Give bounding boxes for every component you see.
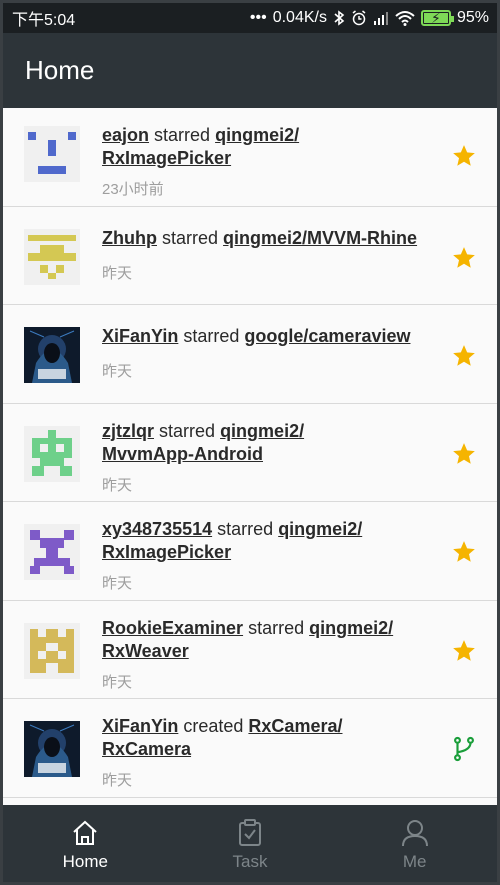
event-time: 昨天 [102,673,133,691]
event-verb: created [183,716,244,736]
fork-icon [454,736,474,762]
event-verb: starred [183,326,240,346]
star-icon [453,639,475,661]
user-link[interactable]: Zhuhp [102,228,157,248]
app-bar: Home [3,33,497,108]
list-item[interactable]: zjtzlqr starred qingmei2/ MvvmApp-Androi… [3,404,497,502]
repo-link[interactable]: qingmei2/ [278,519,362,539]
status-time: 下午5:04 [12,12,76,29]
list-item[interactable]: XiFanYin starred google/cameraview 昨天 [3,305,497,404]
list-item[interactable]: Zhuhp starred qingmei2/MVVM-Rhine 昨天 [3,207,497,305]
wifi-icon [395,10,415,26]
user-link[interactable]: xy348735514 [102,519,212,539]
repo-link-continued[interactable]: RxCamera [102,739,191,759]
repo-link[interactable]: qingmei2/ [215,125,299,145]
avatar[interactable] [24,425,80,482]
bluetooth-icon [333,10,345,26]
repo-link[interactable]: google/cameraview [244,326,410,346]
tab-task[interactable]: Task [168,805,333,882]
avatar[interactable] [24,228,80,285]
avatar[interactable] [24,327,80,383]
repo-link[interactable]: qingmei2/ [220,421,304,441]
more-dots-icon: ••• [249,9,267,26]
tab-me[interactable]: Me [332,805,497,882]
repo-link-continued[interactable]: RxImagePicker [102,148,231,168]
event-verb: starred [154,125,211,145]
repo-link-continued[interactable]: RxWeaver [102,641,189,661]
alarm-icon [351,10,367,26]
star-icon [453,541,475,562]
event-time: 昨天 [102,575,133,592]
repo-link-continued[interactable]: MvvmApp-Android [102,444,263,464]
tab-home-label: Home [62,852,109,871]
event-verb: starred [217,519,274,539]
event-time: 23小时前 [102,181,164,198]
avatar[interactable] [24,622,80,679]
star-icon [453,145,475,166]
network-speed: 0.04K/s [272,9,327,26]
tab-task-label: Task [232,852,268,871]
star-icon [453,246,475,268]
status-bar: 下午5:04 ••• 0.04K/s ⚡ 95% [3,3,497,33]
user-link[interactable]: zjtzlqr [102,421,154,441]
battery-icon: ⚡ [420,10,454,26]
user-link[interactable]: eajon [102,125,149,145]
signal-icon [373,11,389,25]
tab-me-label: Me [402,852,427,871]
star-icon [453,345,475,366]
task-icon [239,819,261,846]
event-time: 昨天 [102,264,133,282]
repo-link[interactable]: qingmei2/MVVM-Rhine [223,228,417,248]
list-item[interactable]: eajon starred qingmei2/ RxImagePicker 23… [3,108,497,207]
app-window: 下午5:04 ••• 0.04K/s ⚡ 95% Home eajon star… [0,0,500,885]
avatar[interactable] [24,721,80,777]
event-time: 昨天 [102,772,133,789]
event-time: 昨天 [102,363,133,380]
avatar[interactable] [24,524,80,580]
event-verb: starred [162,227,219,248]
bottom-navigation: Home Task Me [3,805,497,882]
event-feed[interactable]: eajon starred qingmei2/ RxImagePicker 23… [3,108,497,805]
list-item[interactable]: RookieExaminer starred qingmei2/ RxWeave… [3,601,497,699]
avatar[interactable] [24,126,80,182]
tab-home[interactable]: Home [3,805,168,882]
star-icon [453,442,475,464]
user-link[interactable]: XiFanYin [102,326,178,346]
home-icon [73,820,98,845]
event-verb: starred [248,617,305,638]
repo-link[interactable]: RxCamera/ [248,716,342,736]
event-verb: starred [159,420,216,441]
repo-link[interactable]: qingmei2/ [309,618,393,638]
user-link[interactable]: RookieExaminer [102,618,243,638]
list-item[interactable]: XiFanYin created RxCamera/ RxCamera 昨天 [3,699,497,798]
page-title: Home [25,55,95,85]
repo-link-continued[interactable]: RxImagePicker [102,542,231,562]
person-icon [401,820,428,847]
battery-level: 95% [456,9,489,26]
event-time: 昨天 [102,476,133,494]
user-link[interactable]: XiFanYin [102,716,178,736]
list-item[interactable]: xy348735514 starred qingmei2/ RxImagePic… [3,502,497,601]
